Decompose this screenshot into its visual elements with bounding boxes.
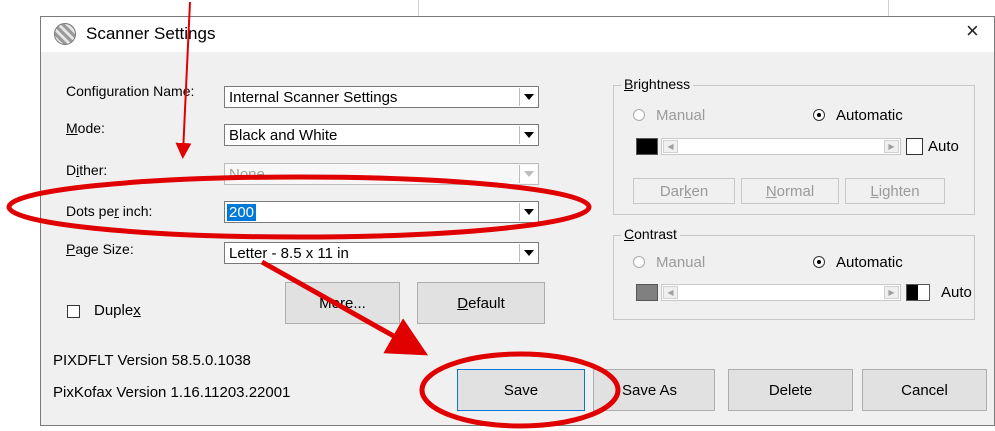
annotation-overlay [6,1,621,429]
annotation-ellipse-save [419,351,621,429]
annotation-ellipse-dpi [6,174,592,240]
annotation-arrow-top [175,1,192,159]
annotation-arrow-save [260,259,429,356]
